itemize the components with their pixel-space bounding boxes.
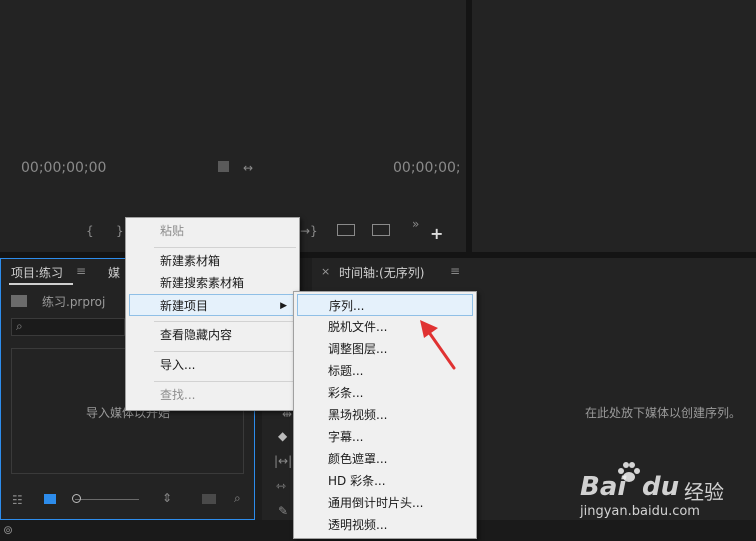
menu-separator (154, 351, 296, 352)
context-menu: 粘贴 新建素材箱 新建搜索素材箱 新建项目 ▶ 查看隐藏内容 导入... 查找.… (125, 217, 300, 411)
menu-item-paste[interactable]: 粘贴 (126, 220, 299, 242)
submenu-item-black-video[interactable]: 黑场视频... (294, 404, 476, 426)
search-icon: ⌕ (16, 319, 23, 333)
mark-out-icon[interactable]: } (116, 225, 124, 237)
menu-item-view-hidden[interactable]: 查看隐藏内容 (126, 324, 299, 346)
menu-item-new-item[interactable]: 新建项目 ▶ (129, 294, 296, 316)
creative-cloud-icon[interactable]: ⊚ (3, 524, 13, 536)
timeline-menu-icon[interactable]: ≡ (450, 265, 460, 277)
baidu-watermark: Bai du 经验 jingyan.baidu.com (580, 460, 750, 526)
submenu-item-universal-countdown[interactable]: 通用倒计时片头... (294, 492, 476, 514)
watermark-brand: Bai (580, 472, 627, 502)
menu-item-find[interactable]: 查找... (126, 384, 299, 406)
automate-icon[interactable] (202, 494, 216, 504)
tab-project[interactable]: 项目:练习 (11, 264, 63, 281)
menu-item-import[interactable]: 导入... (126, 354, 299, 376)
icon-view-icon[interactable] (44, 494, 56, 504)
annotation-arrow (420, 320, 456, 370)
search-input[interactable] (11, 318, 125, 336)
project-tab-underline (9, 283, 73, 285)
tab-media-browser[interactable]: 媒 (108, 264, 120, 281)
go-to-out-icon[interactable]: →} (300, 225, 318, 237)
source-timecode: 00;00;00;00 (21, 160, 107, 176)
zoom-slider-handle[interactable] (72, 494, 81, 503)
submenu-item-sequence[interactable]: 序列... (297, 294, 473, 316)
watermark-brand-2: du (642, 472, 680, 502)
extract-icon[interactable] (372, 224, 390, 236)
watermark-url: jingyan.baidu.com (580, 504, 700, 519)
submenu-item-bars-and-tone[interactable]: 彩条... (294, 382, 476, 404)
lift-icon[interactable] (337, 224, 355, 236)
slip-icon[interactable]: |↔| (274, 455, 292, 467)
submenu-arrow-icon: ▶ (280, 301, 287, 311)
watermark-jingyan: 经验 (684, 480, 724, 504)
submenu-item-color-matte[interactable]: 颜色遮罩... (294, 448, 476, 470)
menu-separator (154, 381, 296, 382)
mark-in-icon[interactable]: { (86, 225, 94, 237)
find-icon[interactable]: ⌕ (234, 492, 241, 504)
add-button-icon[interactable]: + (430, 224, 443, 243)
project-file-name: 练习.prproj (42, 295, 106, 309)
timeline-empty-text: 在此处放下媒体以创建序列。 (585, 406, 742, 420)
program-monitor (472, 0, 756, 252)
panel-menu-icon[interactable]: ≡ (76, 265, 86, 277)
folder-icon (11, 295, 27, 307)
source-monitor (0, 0, 466, 252)
razor-icon[interactable]: ◆ (278, 430, 287, 442)
close-icon[interactable]: × (321, 265, 330, 278)
zoom-slider[interactable] (75, 499, 139, 500)
more-controls-icon[interactable]: » (412, 218, 419, 230)
pen-icon[interactable]: ✎ (278, 505, 288, 517)
program-timecode: 00;00;00; (393, 160, 461, 176)
slide-icon[interactable]: ⇿ (276, 480, 286, 492)
submenu-item-transparent-video[interactable]: 透明视频... (294, 514, 476, 536)
insert-icon[interactable]: ↔ (243, 162, 253, 174)
menu-separator (154, 247, 296, 248)
list-view-icon[interactable]: ☷ (12, 494, 23, 506)
menu-item-new-item-label: 新建项目 (160, 299, 209, 313)
menu-separator (154, 321, 296, 322)
menu-item-new-search-bin[interactable]: 新建搜索素材箱 (126, 272, 299, 294)
submenu-item-hd-bars[interactable]: HD 彩条... (294, 470, 476, 492)
submenu-item-captions[interactable]: 字幕... (294, 426, 476, 448)
sort-icon[interactable]: ⇕ (162, 492, 172, 504)
tab-timeline[interactable]: 时间轴:(无序列) (339, 264, 424, 281)
export-frame-icon[interactable] (218, 161, 229, 172)
menu-item-new-bin[interactable]: 新建素材箱 (126, 250, 299, 272)
